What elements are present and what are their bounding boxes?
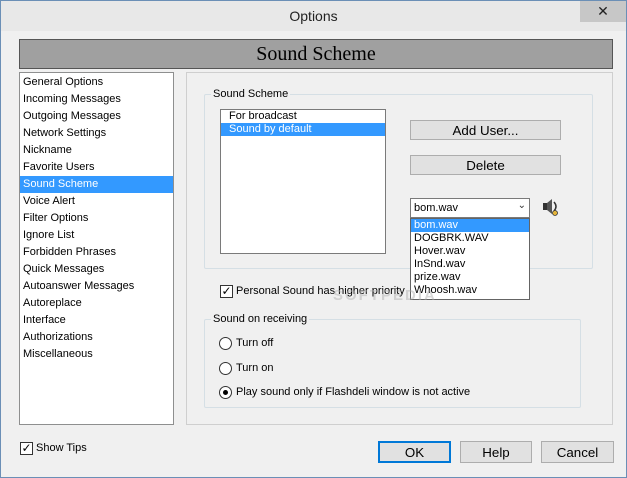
sound-on-receiving-group-label: Sound on receiving xyxy=(211,312,310,326)
radio-turn-off-label: Turn off xyxy=(236,337,274,349)
add-user-button[interactable]: Add User... xyxy=(410,120,561,140)
radio-turn-off[interactable] xyxy=(219,337,232,350)
window-title: Options xyxy=(289,8,338,24)
delete-button[interactable]: Delete xyxy=(410,155,561,175)
nav-item[interactable]: Autoreplace xyxy=(20,295,173,312)
sound-file-combo[interactable]: bom.wav ⌄ xyxy=(410,198,530,218)
help-button[interactable]: Help xyxy=(460,441,532,463)
nav-item[interactable]: Autoanswer Messages xyxy=(20,278,173,295)
sound-file-combo-value: bom.wav xyxy=(414,202,459,214)
nav-item[interactable]: Interface xyxy=(20,312,173,329)
nav-item[interactable]: Miscellaneous xyxy=(20,346,173,363)
personal-sound-checkbox[interactable]: ✓ xyxy=(220,285,233,298)
nav-item[interactable]: Ignore List xyxy=(20,227,173,244)
nav-item[interactable]: Nickname xyxy=(20,142,173,159)
options-window: Options ✕ Sound Scheme General Options In… xyxy=(0,0,627,478)
speaker-play-icon[interactable] xyxy=(540,199,560,217)
title-bar: Options ✕ xyxy=(1,1,626,31)
nav-item[interactable]: Filter Options xyxy=(20,210,173,227)
nav-item[interactable]: Network Settings xyxy=(20,125,173,142)
chevron-down-icon[interactable]: ⌄ xyxy=(518,200,526,211)
dropdown-option[interactable]: InSnd.wav xyxy=(411,258,529,271)
dropdown-option[interactable]: Hover.wav xyxy=(411,245,529,258)
list-item[interactable]: Sound by default xyxy=(221,123,385,136)
nav-item[interactable]: General Options xyxy=(20,74,173,91)
nav-item[interactable]: Favorite Users xyxy=(20,159,173,176)
show-tips-checkbox[interactable]: ✓ xyxy=(20,442,33,455)
nav-item[interactable]: Sound Scheme xyxy=(20,176,173,193)
page-title-banner: Sound Scheme xyxy=(19,39,613,69)
show-tips-label: Show Tips xyxy=(36,442,87,454)
radio-play-if-inactive[interactable] xyxy=(219,386,232,399)
nav-item[interactable]: Outgoing Messages xyxy=(20,108,173,125)
sound-scheme-group-label: Sound Scheme xyxy=(211,87,291,101)
radio-turn-on-label: Turn on xyxy=(236,362,274,374)
nav-item[interactable]: Voice Alert xyxy=(20,193,173,210)
radio-play-if-inactive-label: Play sound only if Flashdeli window is n… xyxy=(236,386,471,398)
close-button[interactable]: ✕ xyxy=(580,1,626,22)
nav-item[interactable]: Forbidden Phrases xyxy=(20,244,173,261)
scheme-list[interactable]: For broadcast Sound by default xyxy=(220,109,386,254)
options-category-list[interactable]: General Options Incoming Messages Outgoing… xyxy=(19,72,174,425)
cancel-button[interactable]: Cancel xyxy=(541,441,614,463)
nav-item[interactable]: Authorizations xyxy=(20,329,173,346)
ok-button[interactable]: OK xyxy=(378,441,451,463)
list-item[interactable]: For broadcast xyxy=(221,110,385,123)
nav-item[interactable]: Quick Messages xyxy=(20,261,173,278)
dropdown-option[interactable]: bom.wav xyxy=(411,219,529,232)
dropdown-option[interactable]: prize.wav xyxy=(411,271,529,284)
radio-turn-on[interactable] xyxy=(219,362,232,375)
watermark: SOFTPEDIA xyxy=(333,287,437,304)
close-icon: ✕ xyxy=(597,3,609,19)
nav-item[interactable]: Incoming Messages xyxy=(20,91,173,108)
dropdown-option[interactable]: DOGBRK.WAV xyxy=(411,232,529,245)
